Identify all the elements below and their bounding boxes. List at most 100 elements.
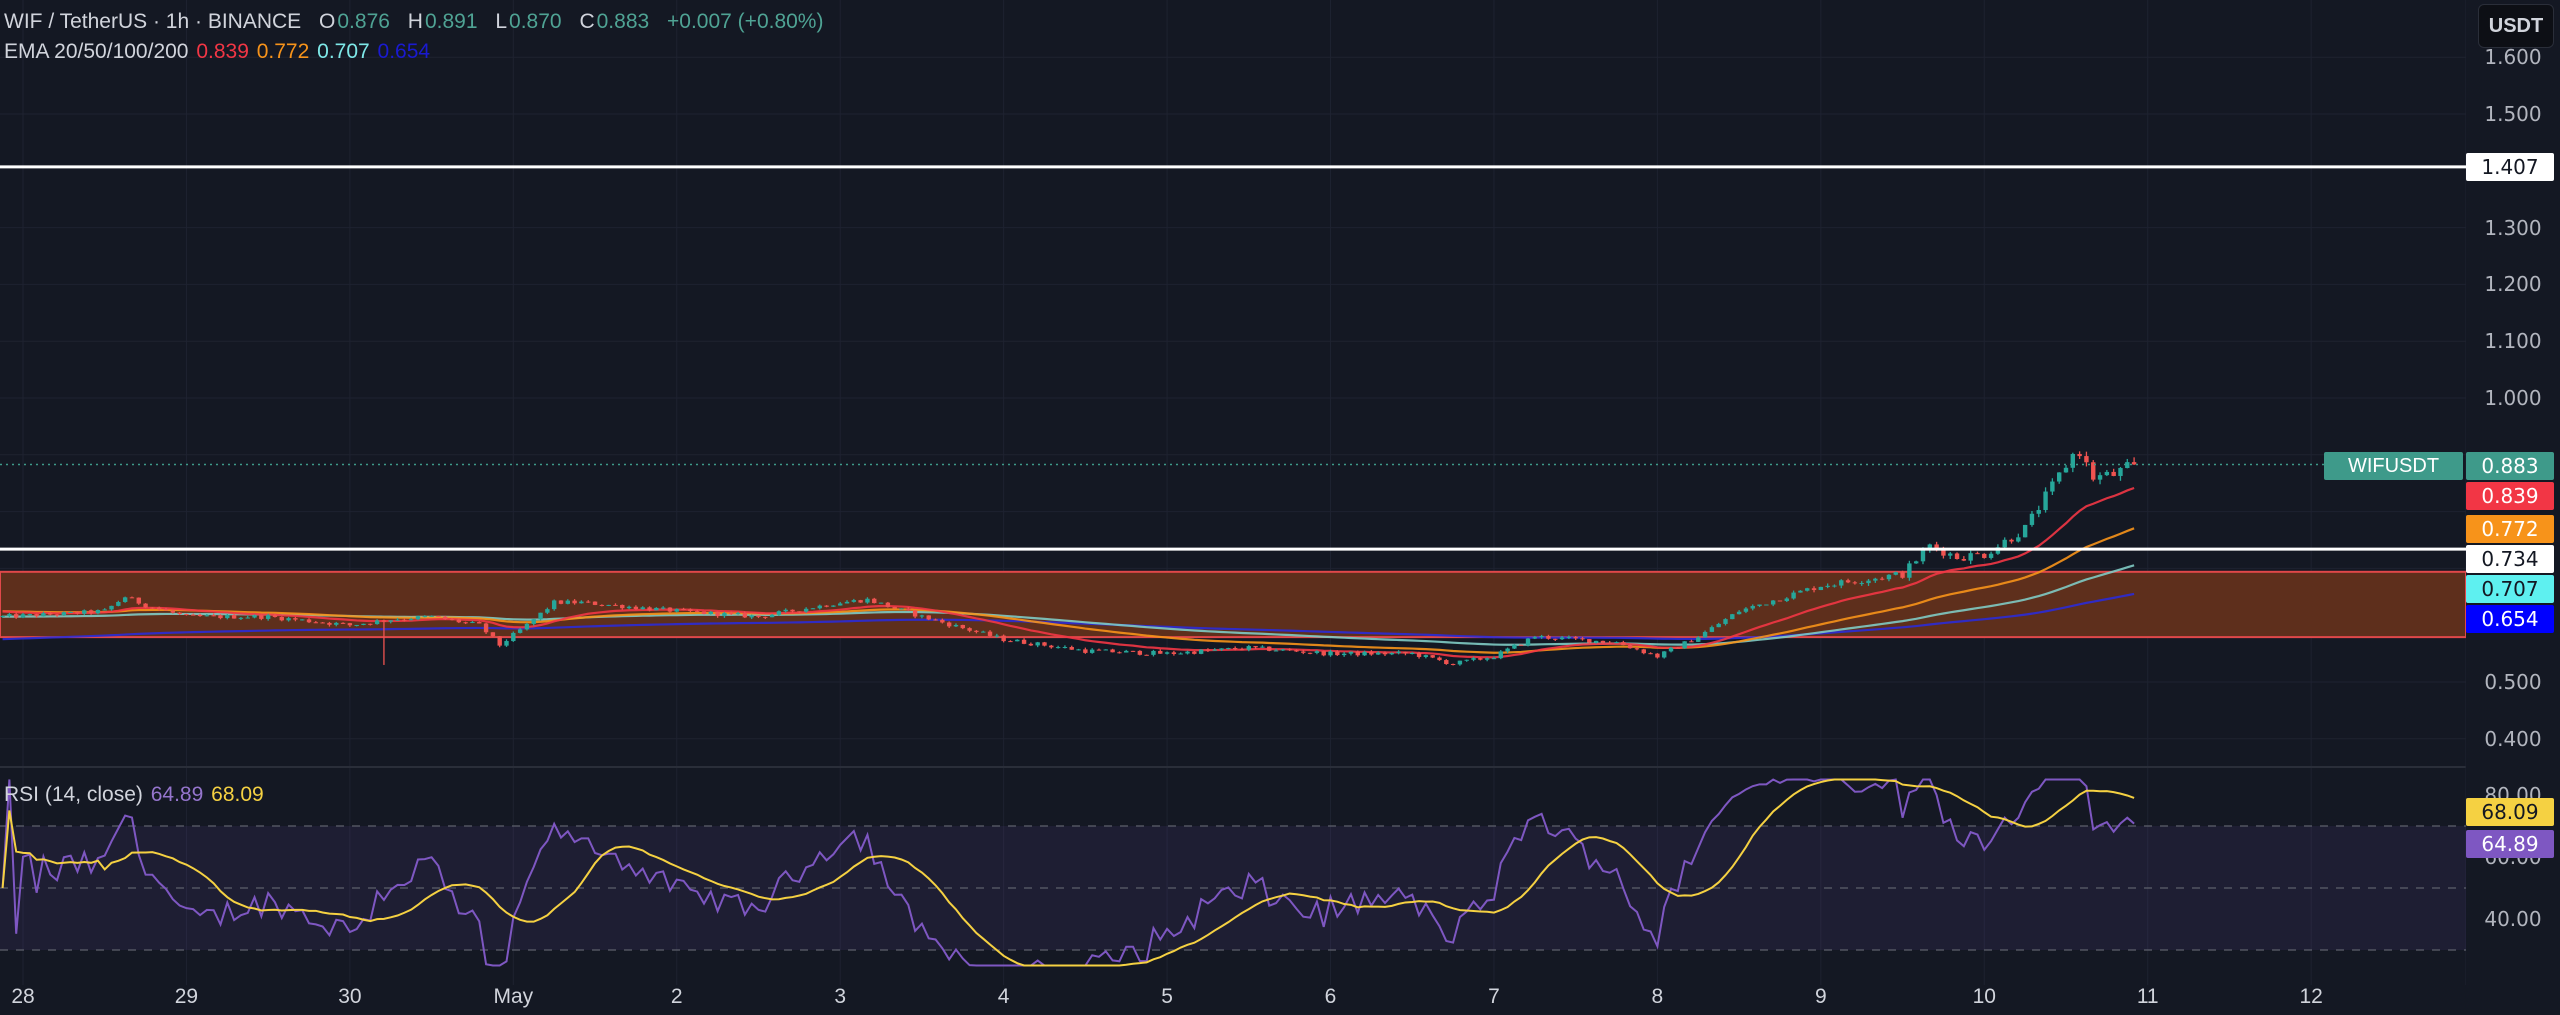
- candle-body: [1314, 651, 1320, 653]
- candle-body: [1355, 651, 1360, 656]
- candle-body: [1117, 652, 1122, 654]
- candle-body: [572, 600, 577, 604]
- candle-body: [1137, 650, 1143, 655]
- level-high-tag[interactable]: 1.407: [2466, 153, 2554, 181]
- candle: [1185, 650, 1190, 655]
- candle: [1553, 638, 1558, 641]
- price-axis-tick: 1.500: [2484, 102, 2542, 126]
- candle-body: [565, 600, 570, 604]
- candle: [2056, 472, 2062, 484]
- candle-body: [1158, 650, 1163, 654]
- rsi-legend[interactable]: RSI (14, close) 64.89 68.09: [4, 783, 266, 807]
- candle-body: [1784, 598, 1789, 602]
- candle-body: [1532, 637, 1538, 639]
- candle-body: [599, 604, 605, 606]
- candle-body: [218, 615, 223, 619]
- candle-body: [41, 613, 46, 617]
- candle: [1961, 556, 1967, 562]
- candle-body: [1757, 604, 1762, 606]
- candle-body: [2070, 453, 2076, 468]
- chart-canvas[interactable]: [0, 0, 2560, 1015]
- candle-body: [1110, 649, 1115, 653]
- candle: [606, 604, 611, 607]
- candle-body: [1219, 648, 1224, 650]
- time-axis-label: 12: [2299, 985, 2323, 1008]
- candle-body: [640, 607, 645, 610]
- time-axis-label: 5: [1161, 985, 1173, 1008]
- time-axis-label: 3: [834, 985, 847, 1008]
- support-zone: [0, 570, 2467, 639]
- candle-body: [1341, 653, 1347, 656]
- candle: [1307, 652, 1313, 655]
- candle-body: [334, 622, 339, 625]
- candle-body: [790, 609, 795, 612]
- candle: [885, 601, 891, 608]
- candle-body: [2118, 468, 2123, 476]
- candle-body: [68, 611, 73, 613]
- candle-body: [1246, 646, 1251, 650]
- candle-body: [858, 600, 863, 603]
- close-label: C: [579, 10, 595, 33]
- candle-body: [1709, 627, 1715, 632]
- candle-body: [429, 615, 434, 617]
- candle: [1205, 648, 1211, 652]
- candle-body: [157, 607, 162, 610]
- candle-body: [402, 619, 407, 621]
- candle-body: [1900, 572, 1905, 578]
- candle-body: [531, 619, 536, 624]
- ema-legend[interactable]: EMA 20/50/100/200 0.839 0.772 0.707 0.65…: [4, 40, 432, 64]
- candle-body: [783, 609, 788, 612]
- candle-body: [1423, 655, 1429, 657]
- candle-body: [1185, 651, 1190, 654]
- candle-body: [1566, 637, 1572, 639]
- candle-body: [715, 611, 720, 617]
- last-price-tag: 0.883: [2466, 452, 2554, 480]
- candle-body: [1723, 619, 1728, 624]
- candle-body: [1805, 588, 1810, 591]
- candle-body: [238, 617, 244, 619]
- candle-body: [1192, 651, 1197, 654]
- candle-body: [2043, 491, 2048, 511]
- candle-body: [286, 618, 291, 621]
- candle-body: [225, 615, 230, 619]
- candle-body: [54, 614, 60, 616]
- candle: [1614, 641, 1619, 644]
- candle-body: [265, 615, 271, 619]
- candle-body: [2056, 472, 2062, 482]
- level-low-tag[interactable]: 0.734: [2466, 545, 2554, 573]
- candle: [1158, 649, 1163, 654]
- candle-body: [293, 618, 298, 620]
- candle: [143, 603, 148, 609]
- candle-body: [95, 610, 101, 614]
- candle: [1662, 651, 1667, 659]
- candle: [1117, 651, 1122, 654]
- candle-body: [1471, 658, 1476, 660]
- candle-body: [1832, 585, 1837, 587]
- candle: [701, 611, 707, 615]
- candle: [2131, 457, 2137, 465]
- candle-body: [483, 623, 489, 633]
- candle: [1498, 650, 1503, 660]
- candle: [1042, 641, 1047, 647]
- symbol-legend: WIF / TetherUS · 1h · BINANCE O0.876 H0.…: [4, 10, 825, 34]
- candle-body: [306, 619, 312, 623]
- candle-body: [1369, 651, 1374, 655]
- candle-body: [1682, 641, 1687, 649]
- candle: [1641, 648, 1646, 655]
- candle: [1648, 652, 1653, 655]
- candle-body: [1267, 646, 1272, 651]
- currency-button[interactable]: USDT: [2478, 4, 2554, 48]
- time-axis-label: 2: [670, 985, 683, 1008]
- change-value: +0.007 (+0.80%): [667, 10, 824, 33]
- ema100-tag: 0.707: [2466, 575, 2554, 603]
- candle: [1430, 654, 1435, 659]
- candle-body: [953, 624, 959, 627]
- candle-body: [456, 619, 462, 623]
- candle-body: [2104, 471, 2110, 476]
- candle-body: [1464, 659, 1469, 661]
- candle-body: [626, 606, 632, 609]
- candle-body: [1042, 642, 1047, 646]
- candle: [926, 615, 931, 621]
- candle-body: [1253, 646, 1258, 648]
- time-axis-label: 8: [1651, 985, 1664, 1008]
